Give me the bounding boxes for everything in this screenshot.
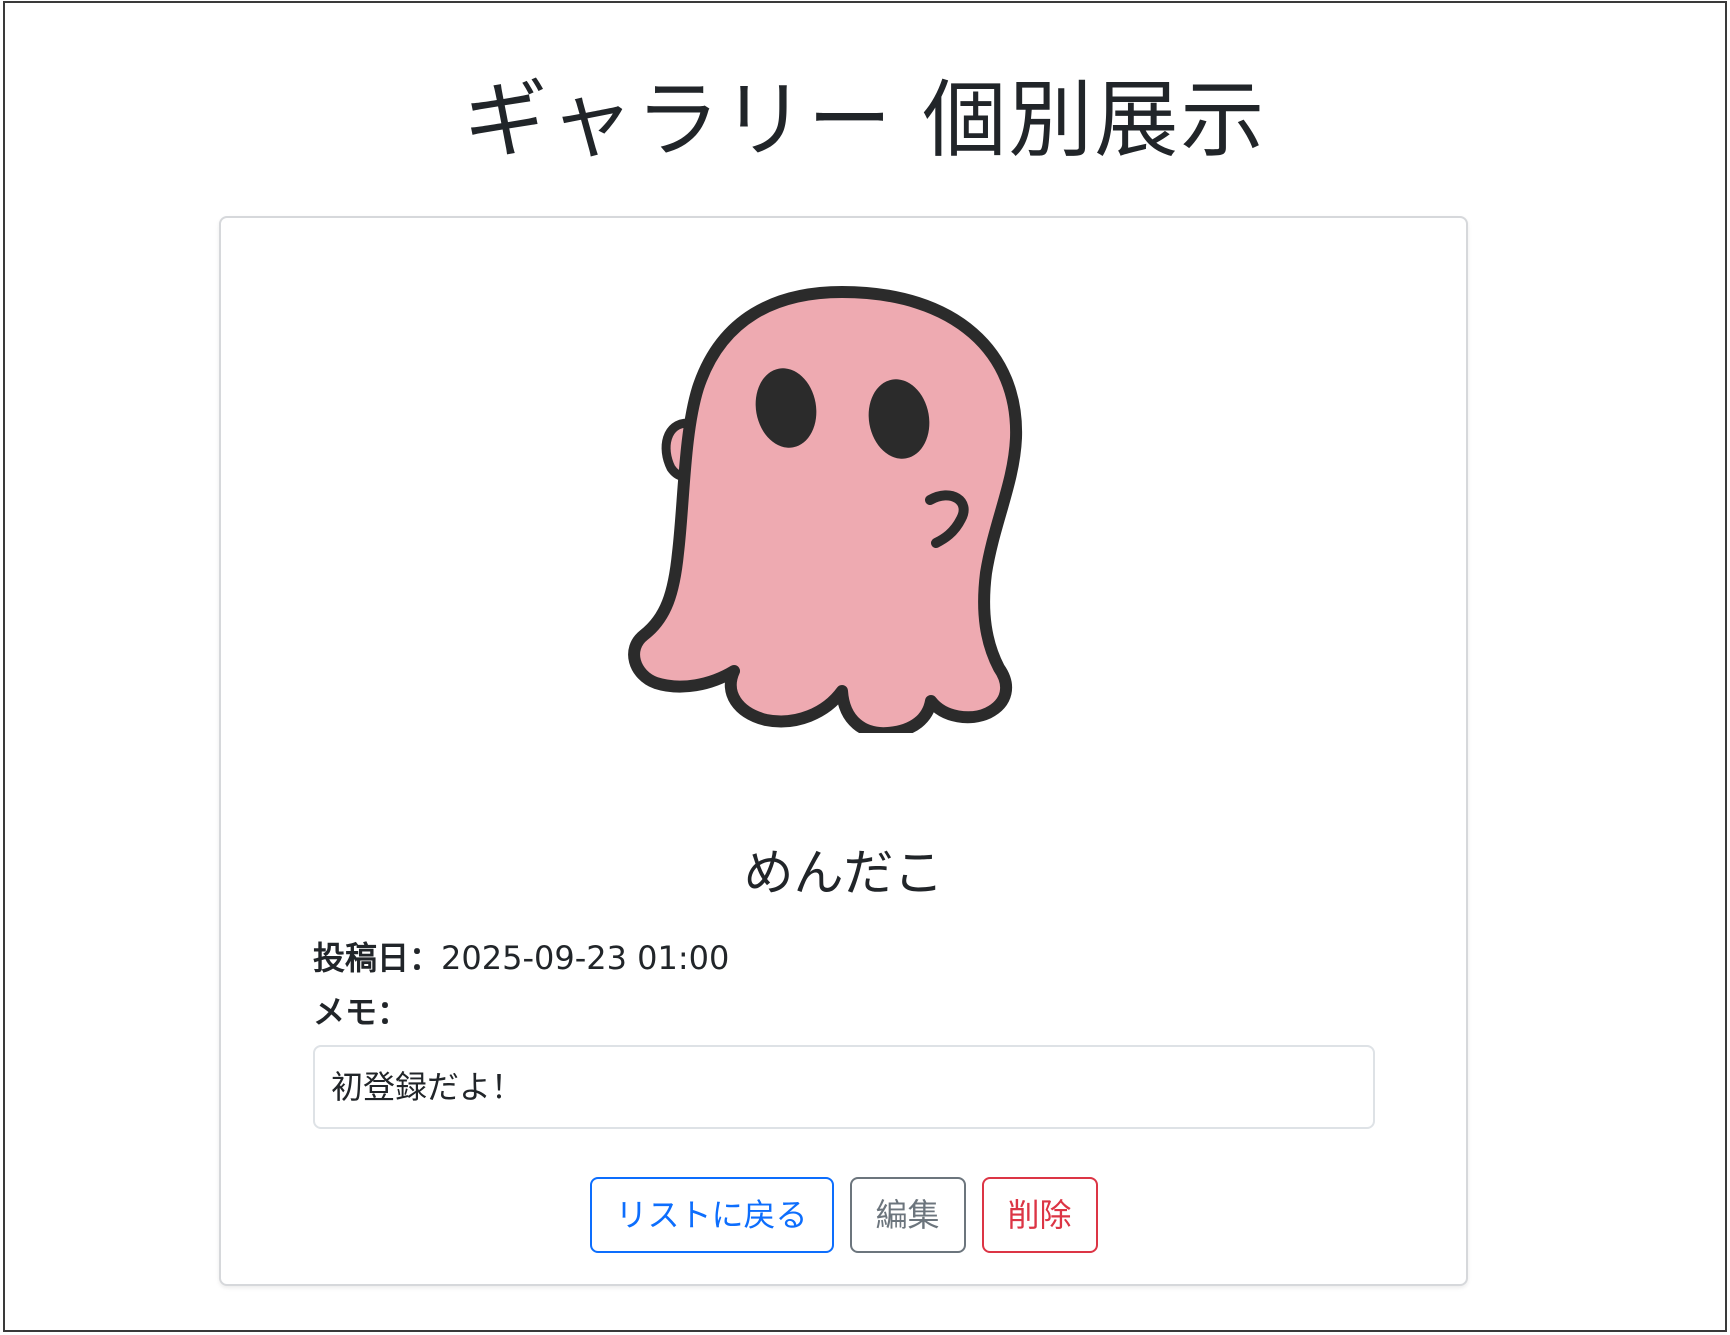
gallery-item-card: めんだこ 投稿日：2025-09-23 01:00 メモ： 初登録だよ！ リスト…: [219, 216, 1468, 1286]
edit-button[interactable]: 編集: [849, 1177, 966, 1253]
memo-text-box: 初登録だよ！: [313, 1045, 1375, 1129]
posted-date-value: 2025-09-23 01:00: [441, 939, 730, 977]
item-name: めんだこ: [743, 844, 944, 902]
mendako-illustration: [628, 286, 1023, 733]
memo-label: メモ：: [313, 993, 410, 1031]
posted-date-row: 投稿日：2025-09-23 01:00: [313, 936, 729, 980]
memo-row: メモ：: [313, 990, 409, 1034]
delete-button[interactable]: 削除: [981, 1177, 1098, 1253]
page-frame: ギャラリー 個別展示 めんだこ 投稿日：2025-09-23 01:00 メモ：…: [3, 1, 1727, 1332]
back-to-list-button[interactable]: リストに戻る: [589, 1177, 834, 1253]
posted-date-label: 投稿日：: [313, 939, 442, 977]
action-buttons: リストに戻る 編集 削除: [221, 1177, 1466, 1253]
page-title: ギャラリー 個別展示: [463, 71, 1267, 169]
